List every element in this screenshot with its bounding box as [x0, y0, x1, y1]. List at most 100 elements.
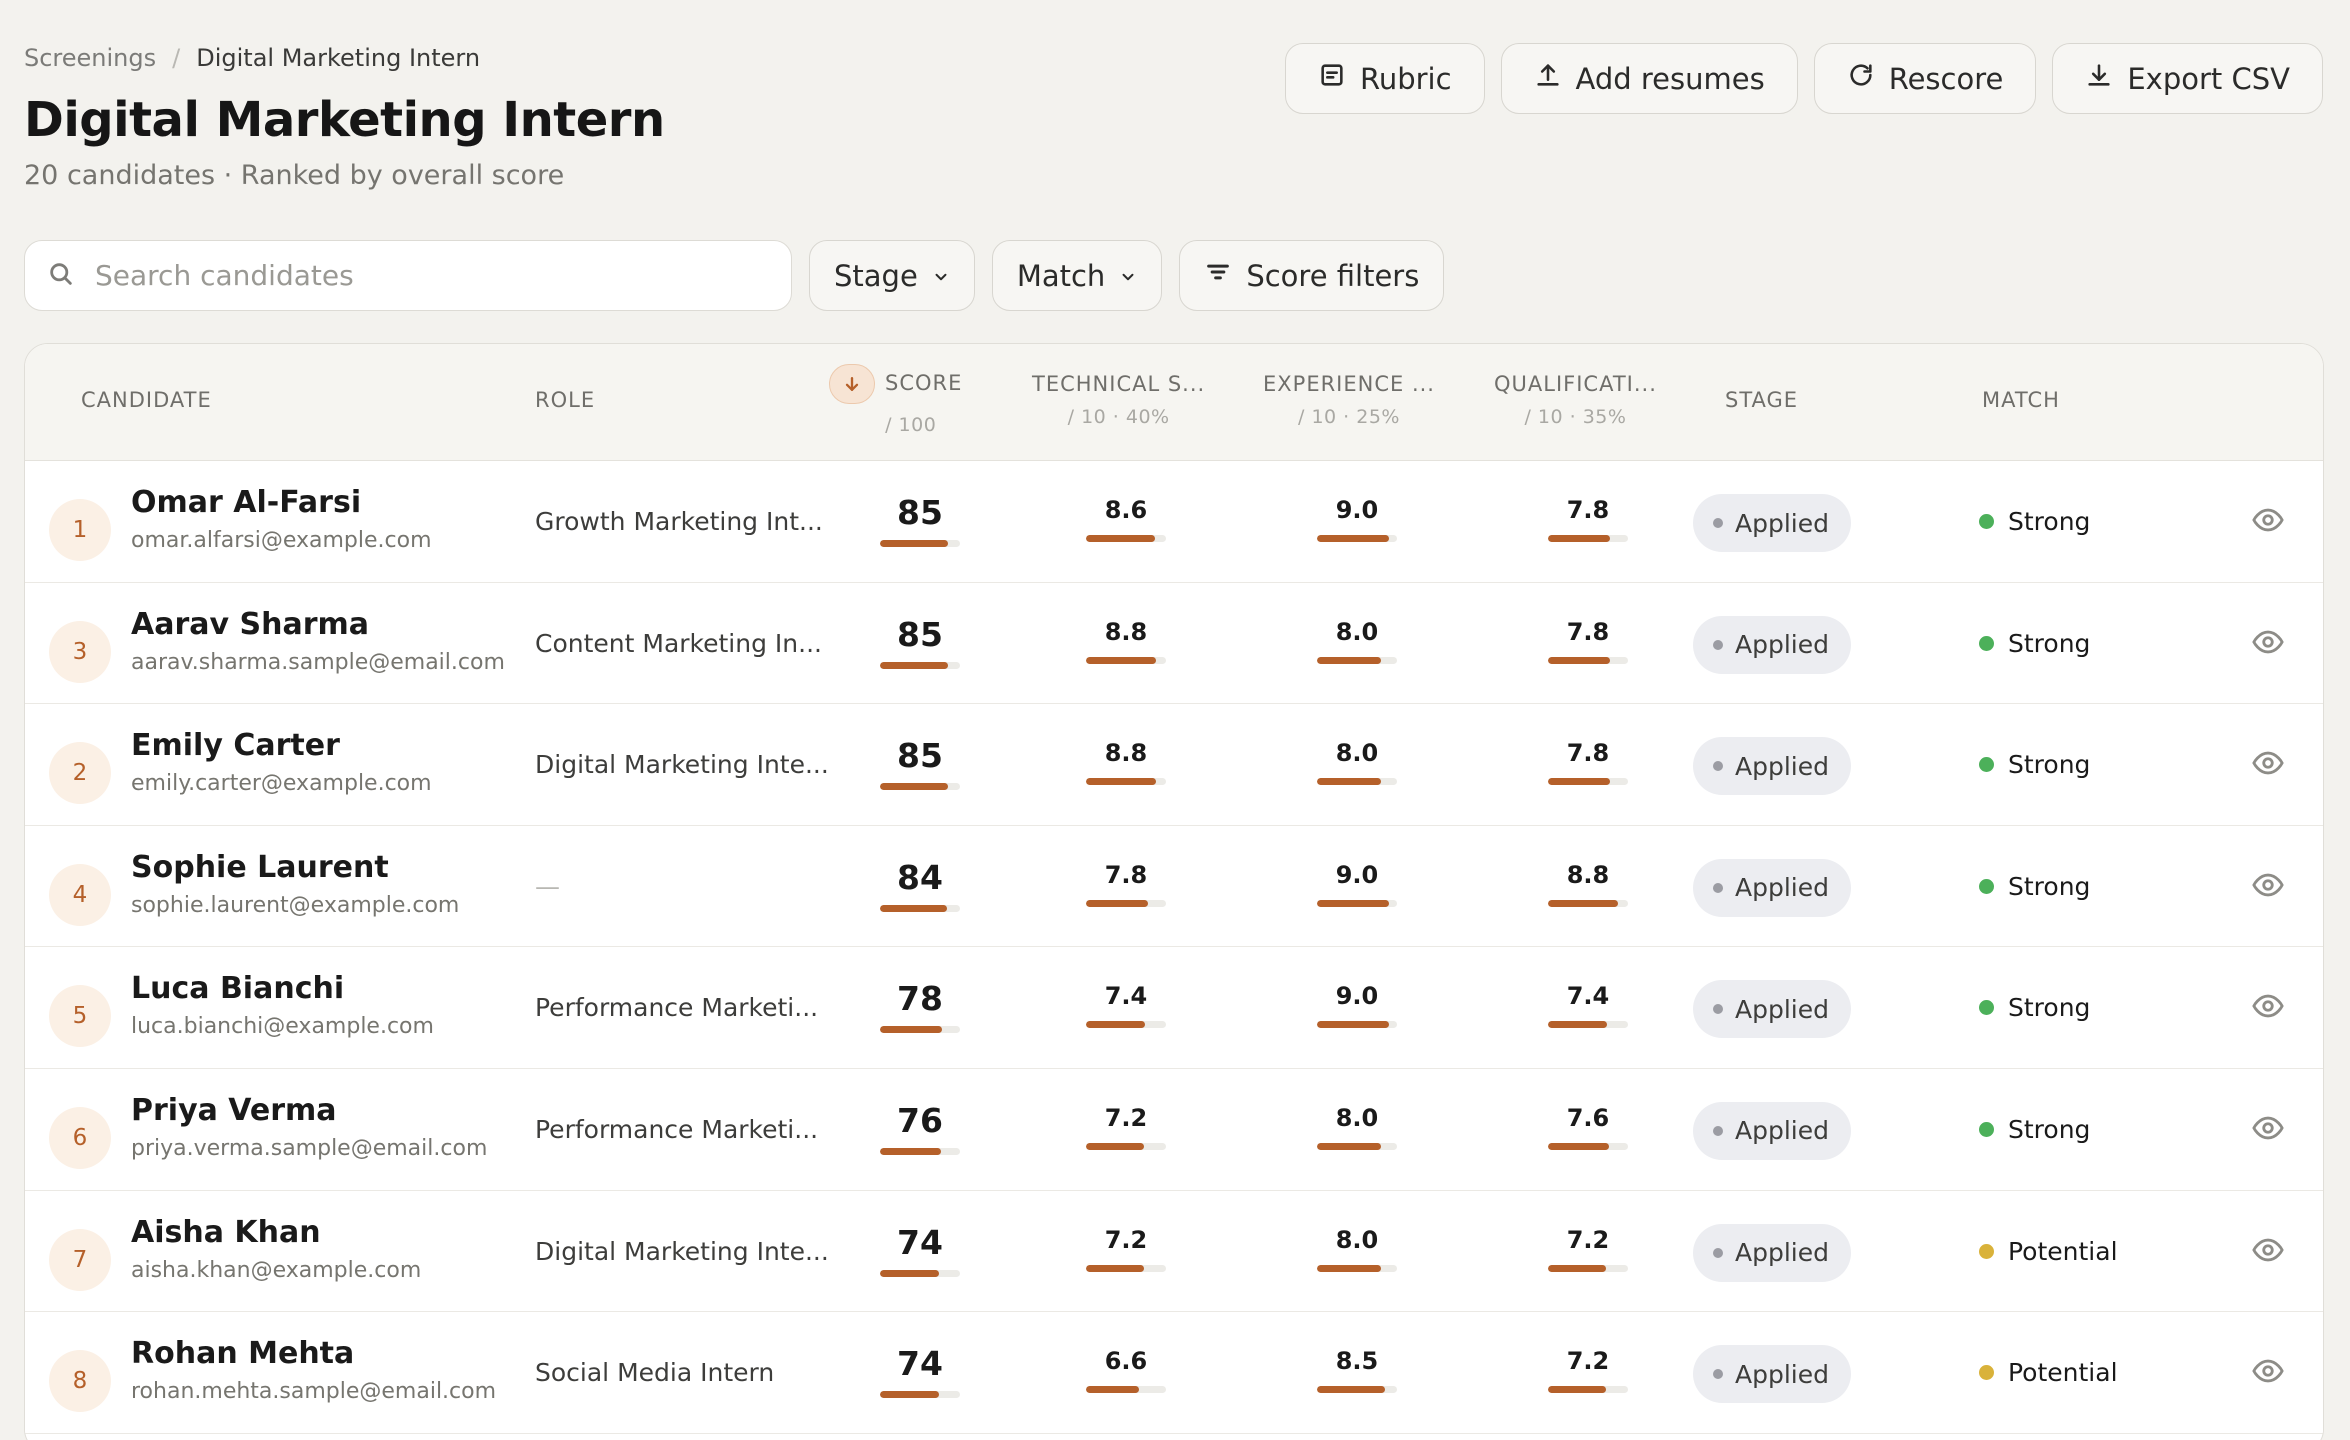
- stage-badge[interactable]: Applied: [1693, 1101, 1851, 1160]
- table-row[interactable]: 1 Omar Al-Farsi omar.alfarsi@example.com Gr…: [25, 461, 2323, 583]
- column-header-stage[interactable]: STAGE: [1725, 388, 1798, 412]
- match-dot: [1979, 514, 1994, 529]
- experience-value: 8.0: [1335, 739, 1379, 768]
- candidate-name[interactable]: Sophie Laurent: [131, 850, 389, 885]
- table-row[interactable]: 8 Rohan Mehta rohan.mehta.sample@email.com…: [25, 1312, 2323, 1434]
- candidate-role: Performance Marketi...: [535, 1114, 819, 1144]
- qualifications-bar-fill: [1548, 899, 1619, 907]
- stage-label: Applied: [1735, 994, 1829, 1024]
- candidate-name[interactable]: Omar Al-Farsi: [131, 485, 361, 520]
- qualifications-cell: 7.4: [1548, 981, 1628, 1029]
- column-header-candidate[interactable]: CANDIDATE: [81, 388, 212, 412]
- column-header-experience[interactable]: EXPERIENCE ... / 10 · 25%: [1263, 372, 1435, 428]
- candidate-role: Growth Marketing Int...: [535, 507, 823, 536]
- match-indicator: Strong: [1979, 947, 2090, 1068]
- experience-cell: 9.0: [1317, 495, 1397, 542]
- stage-label: Applied: [1735, 751, 1829, 781]
- stage-label: Applied: [1735, 1359, 1829, 1389]
- column-header-qualifications-sub: / 10 · 35%: [1524, 406, 1627, 428]
- column-header-match[interactable]: MATCH: [1982, 388, 2060, 412]
- stage-badge[interactable]: Applied: [1693, 858, 1851, 917]
- column-header-role[interactable]: ROLE: [535, 388, 595, 412]
- qualifications-cell: 8.8: [1548, 860, 1628, 907]
- column-header-qualifications[interactable]: QUALIFICATI... / 10 · 35%: [1494, 372, 1657, 428]
- candidate-name[interactable]: Luca Bianchi: [131, 971, 344, 1006]
- eye-icon[interactable]: [2251, 1233, 2285, 1267]
- technical-value: 7.4: [1104, 982, 1148, 1011]
- technical-bar-fill: [1086, 778, 1157, 786]
- candidate-name[interactable]: Aisha Khan: [131, 1215, 321, 1250]
- technical-value: 7.2: [1104, 1225, 1148, 1254]
- column-header-score[interactable]: SCORE / 100: [829, 364, 962, 436]
- eye-icon[interactable]: [2251, 1111, 2285, 1145]
- qualifications-bar-fill: [1548, 1386, 1606, 1394]
- match-indicator: Potential: [1979, 1191, 2118, 1312]
- stage-label: Applied: [1735, 630, 1829, 660]
- technical-bar-fill: [1086, 1021, 1146, 1029]
- chevron-down-icon: [1119, 259, 1137, 293]
- match-filter-dropdown[interactable]: Match: [991, 240, 1163, 311]
- rank-badge: 3: [49, 620, 111, 683]
- stage-badge[interactable]: Applied: [1693, 615, 1851, 674]
- qualifications-bar-fill: [1548, 1142, 1609, 1150]
- technical-value: 8.8: [1104, 739, 1148, 768]
- stage-badge[interactable]: Applied: [1693, 737, 1851, 796]
- eye-icon[interactable]: [2251, 503, 2285, 537]
- eye-icon[interactable]: [2251, 868, 2285, 902]
- technical-cell: 8.8: [1086, 738, 1166, 786]
- score-bar: [880, 1026, 960, 1034]
- eye-icon[interactable]: [2251, 1354, 2285, 1388]
- search-input[interactable]: [95, 259, 735, 292]
- column-header-technical-label: TECHNICAL S...: [1032, 372, 1206, 396]
- table-row[interactable]: 6 Priya Verma priya.verma.sample@email.com…: [25, 1068, 2323, 1191]
- stage-badge[interactable]: Applied: [1693, 1223, 1851, 1282]
- score-cell: 85: [880, 738, 960, 791]
- sort-descending-icon[interactable]: [829, 364, 875, 404]
- export-csv-button[interactable]: Export CSV: [2052, 43, 2323, 114]
- candidate-role: Social Media Intern: [535, 1358, 775, 1388]
- score-cell: 76: [880, 1102, 960, 1155]
- stage-filter-dropdown[interactable]: Stage: [809, 240, 975, 311]
- candidate-name[interactable]: Emily Carter: [131, 728, 340, 763]
- eye-icon[interactable]: [2251, 625, 2285, 659]
- technical-cell: 8.6: [1086, 495, 1166, 542]
- breadcrumb-screenings-link[interactable]: Screenings: [24, 44, 156, 72]
- qualifications-cell: 7.6: [1548, 1103, 1628, 1150]
- stage-dot: [1713, 518, 1723, 528]
- candidate-email: luca.bianchi@example.com: [131, 1014, 434, 1040]
- match-indicator: Strong: [1979, 461, 2090, 582]
- stage-badge[interactable]: Applied: [1693, 1345, 1851, 1404]
- column-header-score-sub: / 100: [885, 414, 937, 436]
- experience-bar: [1317, 778, 1397, 786]
- add-resumes-button[interactable]: Add resumes: [1500, 43, 1798, 114]
- candidate-name[interactable]: Rohan Mehta: [131, 1336, 354, 1371]
- stage-badge[interactable]: Applied: [1693, 494, 1851, 552]
- table-row[interactable]: 5 Luca Bianchi luca.bianchi@example.com Per…: [25, 947, 2323, 1069]
- match-dot: [1979, 1365, 1994, 1381]
- table-row[interactable]: 7 Aisha Khan aisha.khan@example.com Digital…: [25, 1190, 2323, 1313]
- technical-cell: 7.2: [1086, 1103, 1166, 1150]
- experience-bar-fill: [1317, 1142, 1381, 1150]
- column-header-technical[interactable]: TECHNICAL S... / 10 · 40%: [1032, 372, 1205, 428]
- rank-badge: 8: [49, 1350, 111, 1413]
- table-row[interactable]: 2 Emily Carter emily.carter@example.com Dig…: [25, 704, 2323, 826]
- stage-badge[interactable]: Applied: [1693, 980, 1851, 1039]
- candidate-name[interactable]: Priya Verma: [131, 1093, 337, 1128]
- candidate-email: emily.carter@example.com: [131, 771, 432, 797]
- table-row[interactable]: 3 Aarav Sharma aarav.sharma.sample@email.c…: [25, 582, 2323, 705]
- experience-cell: 8.0: [1317, 1225, 1397, 1272]
- rubric-button[interactable]: Rubric: [1284, 43, 1485, 114]
- experience-bar-fill: [1317, 1021, 1389, 1029]
- candidate-name[interactable]: Aarav Sharma: [131, 607, 369, 642]
- score-bar: [880, 1147, 960, 1155]
- rubric-icon: [1318, 61, 1346, 96]
- page-subtitle: 20 candidates · Ranked by overall score: [24, 160, 565, 191]
- rescore-button[interactable]: Rescore: [1813, 43, 2037, 114]
- eye-icon[interactable]: [2251, 989, 2285, 1023]
- match-dot: [1979, 1121, 1994, 1137]
- eye-icon[interactable]: [2251, 746, 2285, 780]
- score-cell: 74: [880, 1346, 960, 1399]
- technical-bar: [1086, 1264, 1166, 1272]
- table-row[interactable]: 4 Sophie Laurent sophie.laurent@example.co…: [25, 825, 2323, 948]
- score-filters-button[interactable]: Score filters: [1179, 240, 1445, 311]
